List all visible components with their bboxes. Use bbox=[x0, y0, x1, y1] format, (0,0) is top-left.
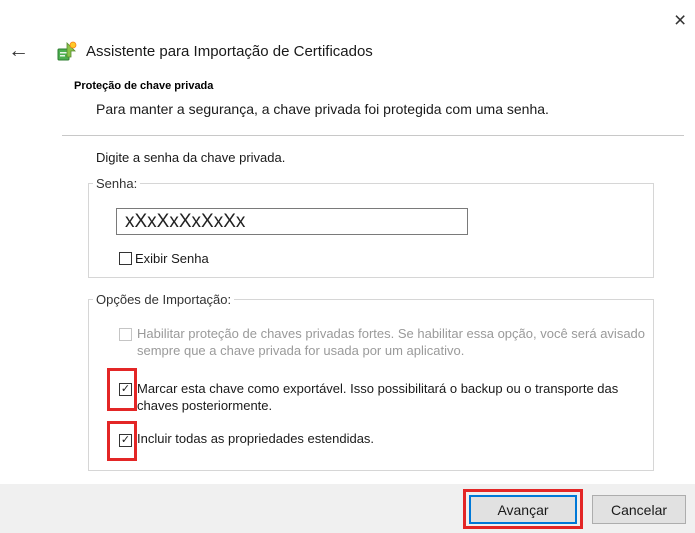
include-extended-properties-label[interactable]: Incluir todas as propriedades estendidas… bbox=[137, 430, 374, 447]
show-password-label[interactable]: Exibir Senha bbox=[135, 250, 209, 267]
password-prompt: Digite a senha da chave privada. bbox=[96, 150, 286, 165]
footer-bar bbox=[0, 484, 695, 533]
password-group-label: Senha: bbox=[93, 176, 141, 191]
section-description: Para manter a segurança, a chave privada… bbox=[96, 101, 549, 117]
close-icon[interactable]: × bbox=[674, 10, 686, 31]
exportable-key-label[interactable]: Marcar esta chave como exportável. Isso … bbox=[137, 380, 647, 414]
highlight-next-button bbox=[463, 489, 583, 529]
show-password-checkbox[interactable] bbox=[119, 252, 132, 265]
highlight-exportable-checkbox bbox=[107, 368, 137, 411]
strong-protection-label: Habilitar proteção de chaves privadas fo… bbox=[137, 326, 646, 358]
section-title: Proteção de chave privada bbox=[74, 80, 214, 92]
certificate-wizard-icon bbox=[57, 41, 77, 61]
import-options-group-label: Opções de Importação: bbox=[93, 292, 235, 307]
strong-protection-checkbox bbox=[119, 328, 132, 341]
wizard-title: Assistente para Importação de Certificad… bbox=[86, 43, 373, 60]
highlight-include-properties-checkbox bbox=[107, 421, 137, 461]
password-input[interactable] bbox=[116, 208, 468, 235]
divider bbox=[62, 135, 684, 136]
back-arrow-icon[interactable]: ← bbox=[8, 40, 29, 61]
cancel-button[interactable]: Cancelar bbox=[592, 495, 686, 524]
